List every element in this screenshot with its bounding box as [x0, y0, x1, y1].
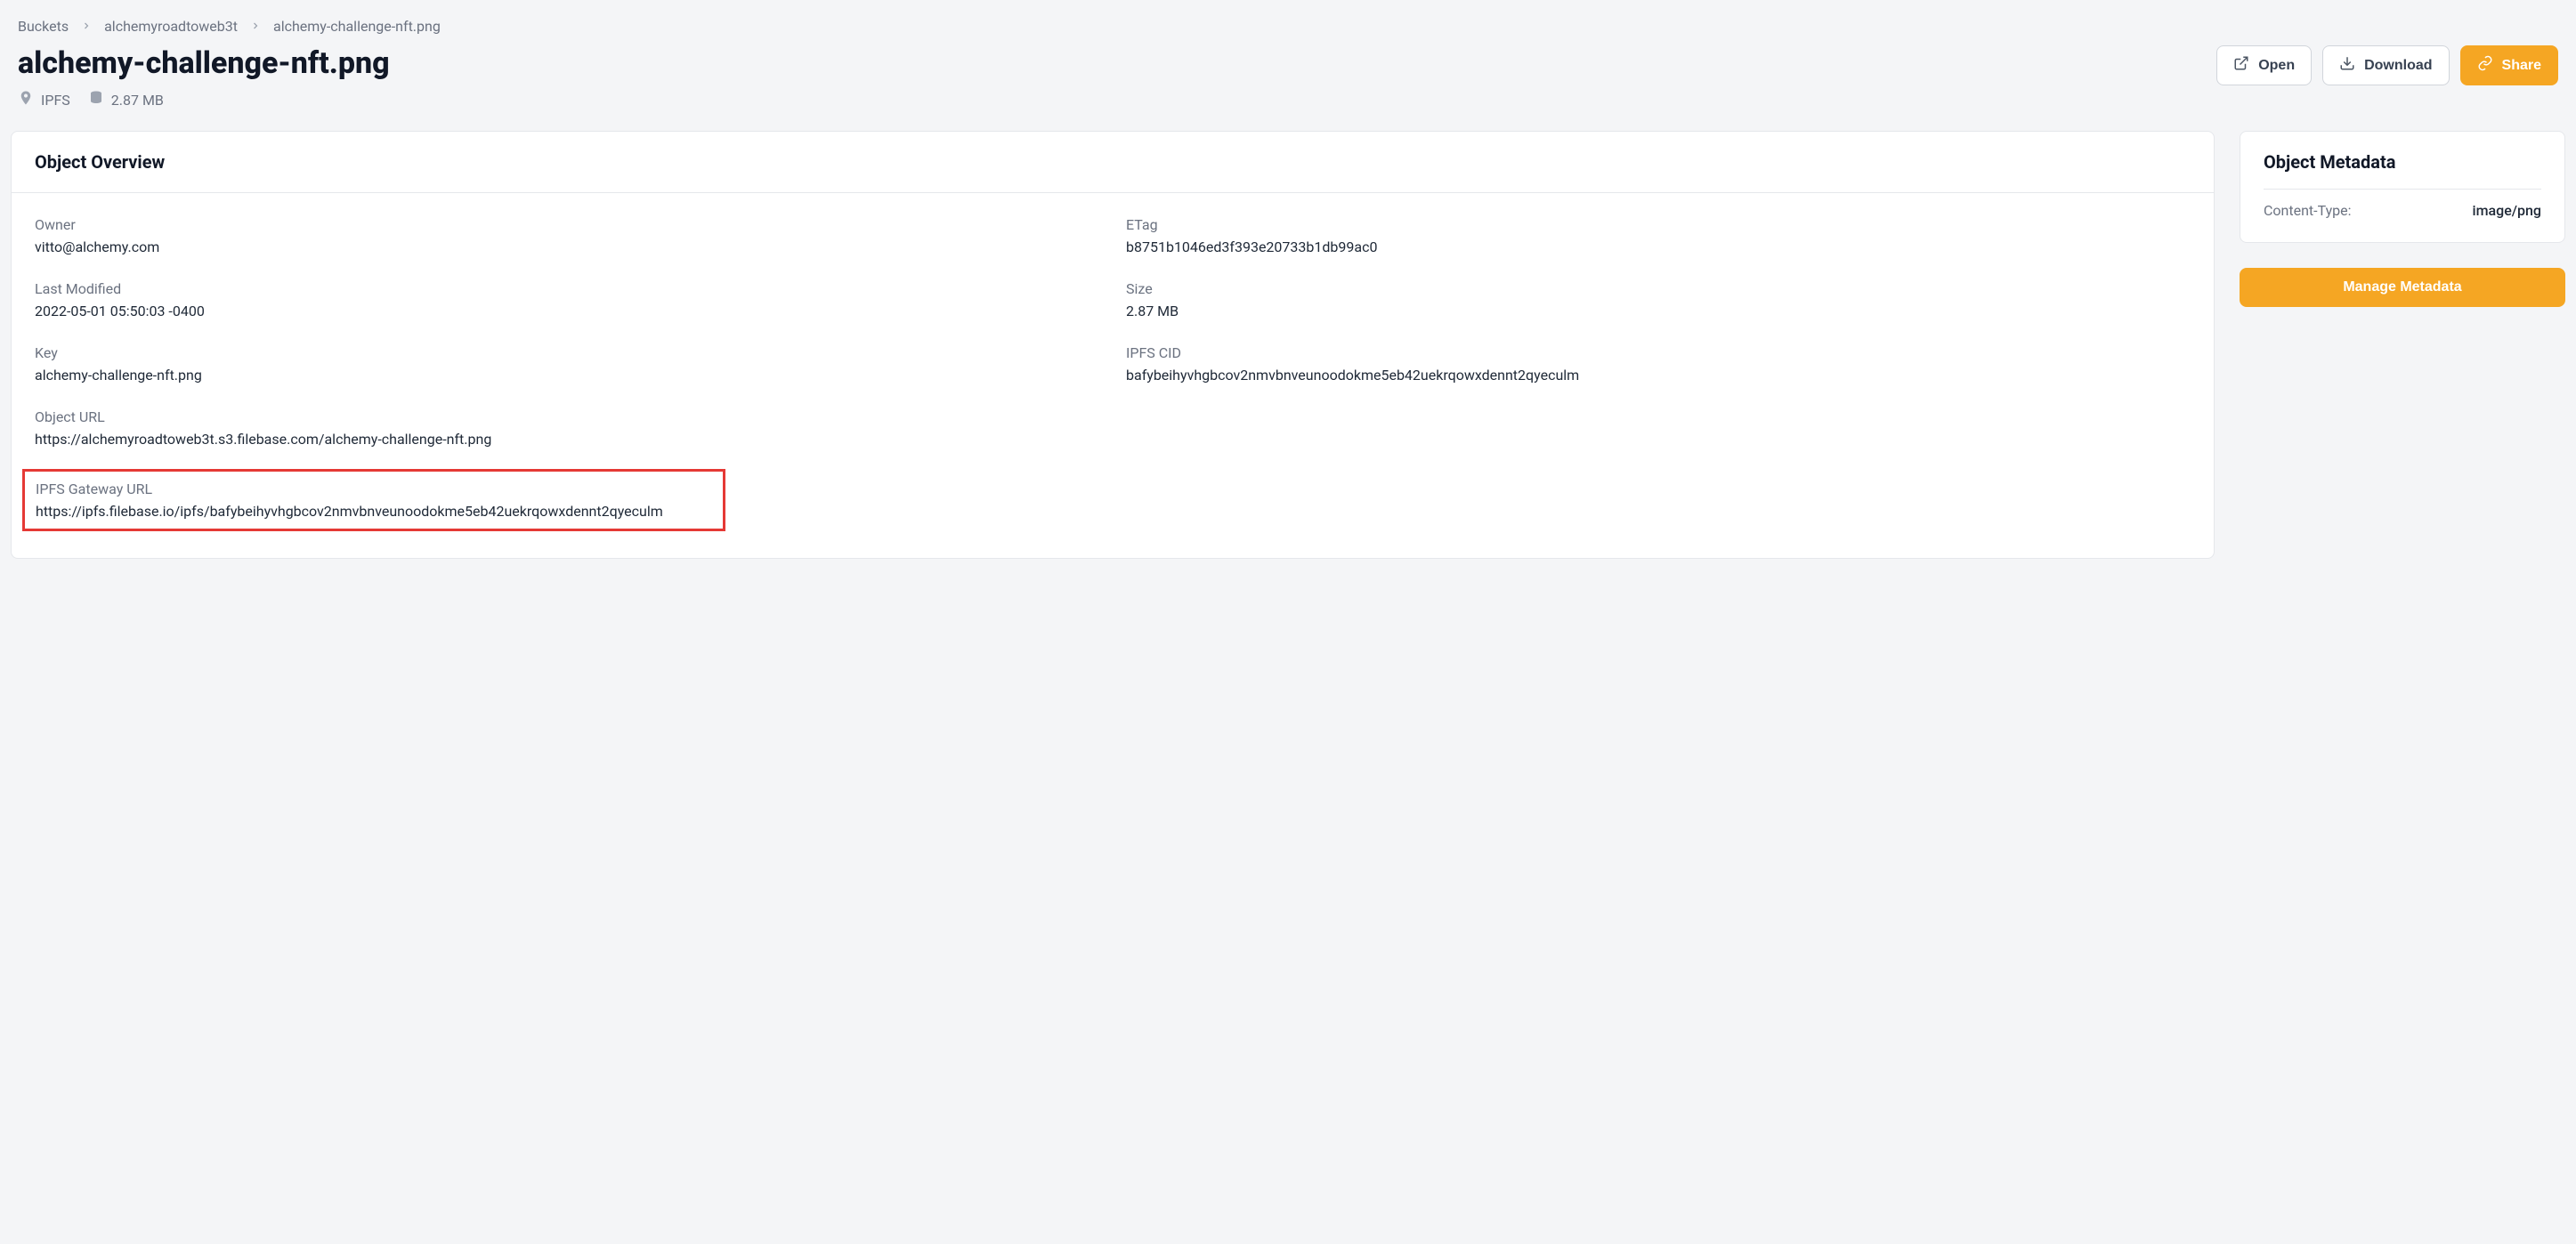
content-type-value: image/png	[2473, 202, 2542, 219]
manage-metadata-label: Manage Metadata	[2343, 279, 2461, 295]
etag-label: ETag	[1126, 216, 2191, 233]
download-icon	[2339, 55, 2355, 76]
network-label: IPFS	[41, 92, 70, 109]
object-overview-card: Object Overview Owner vitto@alchemy.com …	[11, 131, 2215, 559]
gateway-url-field: IPFS Gateway URL https://ipfs.filebase.i…	[22, 469, 725, 531]
chevron-right-icon	[81, 18, 92, 35]
external-link-icon	[2233, 55, 2249, 76]
overview-body: Owner vitto@alchemy.com ETag b8751b1046e…	[12, 193, 2214, 558]
size-field: Size 2.87 MB	[1126, 280, 2191, 319]
chevron-right-icon	[250, 18, 261, 35]
overview-heading: Object Overview	[35, 151, 2191, 173]
location-pin-icon	[18, 90, 34, 109]
link-icon	[2477, 55, 2493, 76]
disk-stack-icon	[88, 90, 104, 109]
size-meta: 2.87 MB	[88, 90, 164, 109]
title-block: alchemy-challenge-nft.png IPFS 2.87 MB	[18, 45, 390, 109]
key-value: alchemy-challenge-nft.png	[35, 367, 1099, 384]
overview-header: Object Overview	[12, 132, 2214, 193]
content-type-row: Content-Type: image/png	[2264, 189, 2541, 222]
object-metadata-card: Object Metadata Content-Type: image/png	[2240, 131, 2565, 243]
page-title: alchemy-challenge-nft.png	[18, 45, 390, 81]
last-modified-value: 2022-05-01 05:50:03 -0400	[35, 303, 1099, 319]
key-field: Key alchemy-challenge-nft.png	[35, 344, 1099, 384]
etag-value: b8751b1046ed3f393e20733b1db99ac0	[1126, 238, 2191, 255]
content-region: Object Overview Owner vitto@alchemy.com …	[0, 131, 2576, 586]
etag-field: ETag b8751b1046ed3f393e20733b1db99ac0	[1126, 216, 2191, 255]
metadata-heading: Object Metadata	[2264, 151, 2541, 173]
manage-metadata-button[interactable]: Manage Metadata	[2240, 268, 2565, 307]
share-button-label: Share	[2502, 58, 2541, 74]
title-row: alchemy-challenge-nft.png IPFS 2.87 MB	[18, 45, 2558, 109]
size-field-label: Size	[1126, 280, 2191, 297]
breadcrumb-bucket[interactable]: alchemyroadtoweb3t	[104, 18, 238, 35]
open-button-label: Open	[2258, 58, 2295, 74]
size-field-value: 2.87 MB	[1126, 303, 2191, 319]
side-column: Object Metadata Content-Type: image/png …	[2240, 131, 2565, 307]
last-modified-label: Last Modified	[35, 280, 1099, 297]
owner-field: Owner vitto@alchemy.com	[35, 216, 1099, 255]
cid-label: IPFS CID	[1126, 344, 2191, 361]
meta-row: IPFS 2.87 MB	[18, 90, 390, 109]
breadcrumb-current: alchemy-challenge-nft.png	[273, 18, 441, 35]
last-modified-field: Last Modified 2022-05-01 05:50:03 -0400	[35, 280, 1099, 319]
overview-grid: Owner vitto@alchemy.com ETag b8751b1046e…	[35, 216, 2191, 531]
owner-label: Owner	[35, 216, 1099, 233]
download-button[interactable]: Download	[2322, 45, 2449, 85]
content-type-label: Content-Type:	[2264, 202, 2351, 219]
gateway-url-value: https://ipfs.filebase.io/ipfs/bafybeihyv…	[36, 503, 712, 520]
breadcrumb: Buckets alchemyroadtoweb3t alchemy-chall…	[18, 18, 2558, 35]
owner-value: vitto@alchemy.com	[35, 238, 1099, 255]
breadcrumb-root[interactable]: Buckets	[18, 18, 69, 35]
object-url-value: https://alchemyroadtoweb3t.s3.filebase.c…	[35, 431, 2191, 448]
share-button[interactable]: Share	[2460, 45, 2558, 85]
gateway-url-label: IPFS Gateway URL	[36, 481, 712, 497]
object-url-field: Object URL https://alchemyroadtoweb3t.s3…	[35, 408, 2191, 448]
action-buttons: Open Download Share	[2216, 45, 2558, 85]
cid-value: bafybeihyvhgbcov2nmvbnveunoodokme5eb42ue…	[1126, 367, 2191, 384]
network-meta: IPFS	[18, 90, 70, 109]
header-region: Buckets alchemyroadtoweb3t alchemy-chall…	[0, 0, 2576, 131]
download-button-label: Download	[2364, 58, 2432, 74]
open-button[interactable]: Open	[2216, 45, 2312, 85]
size-label: 2.87 MB	[111, 92, 164, 109]
cid-field: IPFS CID bafybeihyvhgbcov2nmvbnveunoodok…	[1126, 344, 2191, 384]
object-url-label: Object URL	[35, 408, 2191, 425]
key-label: Key	[35, 344, 1099, 361]
